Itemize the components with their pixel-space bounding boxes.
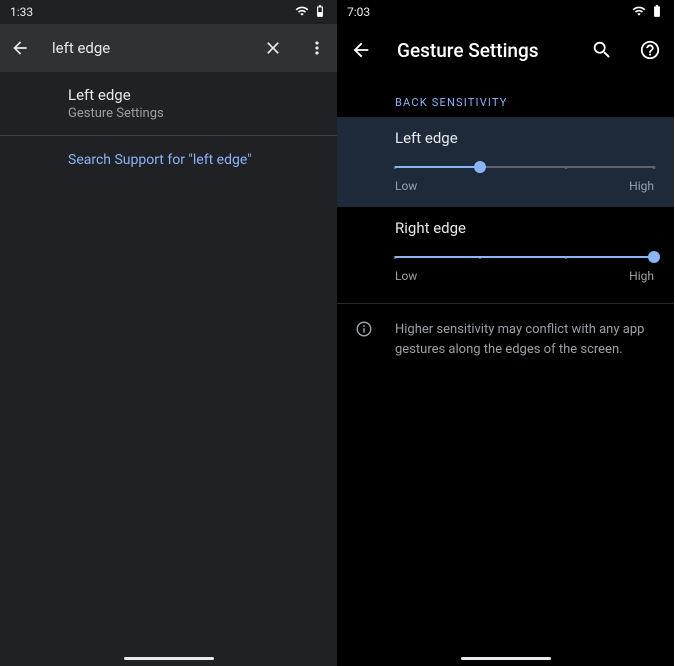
- slider-range-labels: Low High: [395, 269, 654, 283]
- info-text: Higher sensitivity may conflict with any…: [395, 320, 654, 359]
- back-button[interactable]: [8, 36, 32, 60]
- slider-high-label: High: [629, 269, 654, 283]
- search-header: left edge: [0, 24, 337, 72]
- battery-icon: [650, 4, 664, 21]
- slider-high-label: High: [629, 179, 654, 193]
- status-bar: 1:33: [0, 0, 337, 24]
- close-icon: [263, 38, 283, 58]
- battery-icon: [313, 4, 327, 21]
- status-bar: 7:03: [337, 0, 674, 24]
- nav-handle[interactable]: [124, 657, 214, 660]
- slider-track[interactable]: [395, 161, 654, 173]
- back-arrow-icon: [350, 39, 372, 61]
- result-title: Left edge: [68, 86, 321, 104]
- back-button[interactable]: [349, 38, 373, 62]
- info-row: Higher sensitivity may conflict with any…: [337, 303, 674, 375]
- slider-label: Left edge: [395, 129, 654, 147]
- slider-low-label: Low: [395, 269, 417, 283]
- slider-fill: [395, 166, 480, 168]
- slider-left-edge: Left edge Low High: [337, 117, 674, 207]
- info-icon: [355, 320, 375, 359]
- result-subtitle: Gesture Settings: [68, 106, 321, 121]
- slider-range-labels: Low High: [395, 179, 654, 193]
- search-input[interactable]: left edge: [52, 39, 241, 57]
- search-result-item[interactable]: Left edge Gesture Settings: [0, 72, 337, 135]
- slider-label: Right edge: [395, 219, 654, 237]
- status-time: 7:03: [347, 5, 370, 19]
- help-icon: [639, 39, 661, 61]
- search-button[interactable]: [590, 38, 614, 62]
- overflow-button[interactable]: [305, 36, 329, 60]
- help-button[interactable]: [638, 38, 662, 62]
- clear-button[interactable]: [261, 36, 285, 60]
- slider-low-label: Low: [395, 179, 417, 193]
- wifi-icon: [632, 4, 646, 21]
- back-arrow-icon: [10, 38, 30, 58]
- section-header: BACK SENSITIVITY: [337, 76, 674, 117]
- page-title: Gesture Settings: [397, 39, 566, 62]
- nav-handle[interactable]: [461, 657, 551, 660]
- slider-fill: [395, 256, 654, 258]
- search-support-link[interactable]: Search Support for "left edge": [0, 136, 337, 184]
- slider-tick: [564, 166, 567, 169]
- slider-track[interactable]: [395, 251, 654, 263]
- status-time: 1:33: [10, 5, 33, 19]
- slider-right-edge: Right edge Low High: [337, 207, 674, 297]
- search-icon: [591, 39, 613, 61]
- wifi-icon: [295, 4, 309, 21]
- app-bar: Gesture Settings: [337, 24, 674, 76]
- screen-gesture-settings: 7:03 Gesture Settings BACK SENSITIVITY L…: [337, 0, 674, 666]
- more-vert-icon: [307, 38, 327, 58]
- slider-tick: [653, 166, 656, 169]
- slider-thumb[interactable]: [648, 251, 660, 263]
- screen-search: 1:33 left edge Left edge Gesture Setting…: [0, 0, 337, 666]
- slider-thumb[interactable]: [474, 161, 486, 173]
